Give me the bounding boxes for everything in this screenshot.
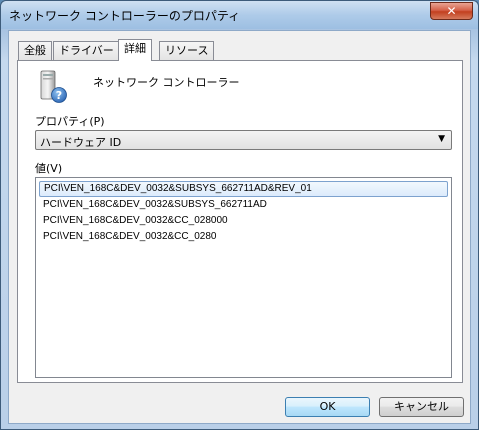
value-listbox[interactable]: PCI\VEN_168C&DEV_0032&SUBSYS_662711AD&RE…	[35, 177, 452, 378]
window-title: ネットワーク コントローラーのプロパティ	[9, 9, 241, 23]
value-list-item[interactable]: PCI\VEN_168C&DEV_0032&SUBSYS_662711AD	[39, 197, 448, 213]
device-name: ネットワーク コントローラー	[93, 76, 240, 89]
property-selected-value: ハードウェア ID	[40, 136, 122, 149]
tab-driver[interactable]: ドライバー	[53, 41, 120, 60]
ok-button[interactable]: OK	[285, 397, 370, 417]
value-label: 値(V)	[35, 162, 63, 175]
tab-resources[interactable]: リソース	[159, 41, 215, 60]
properties-window: ネットワーク コントローラーのプロパティ ✕ 全般 ドライバー 詳細 リソース	[0, 0, 479, 430]
value-list-item[interactable]: PCI\VEN_168C&DEV_0032&CC_028000	[39, 213, 448, 229]
svg-text:?: ?	[56, 89, 62, 102]
property-label: プロパティ(P)	[35, 115, 105, 128]
value-list-item[interactable]: PCI\VEN_168C&DEV_0032&SUBSYS_662711AD&RE…	[39, 181, 448, 197]
tab-details[interactable]: 詳細	[118, 39, 152, 61]
tab-general[interactable]: 全般	[18, 41, 52, 60]
cancel-button[interactable]: キャンセル	[379, 397, 464, 417]
property-dropdown[interactable]: ハードウェア ID ▼	[35, 130, 452, 150]
dialog-client-area: 全般 ドライバー 詳細 リソース ? ネットワーク コントローラー プロパティ(…	[8, 30, 471, 424]
title-bar[interactable]: ネットワーク コントローラーのプロパティ ✕	[1, 1, 478, 29]
value-list-item[interactable]: PCI\VEN_168C&DEV_0032&CC_0280	[39, 229, 448, 245]
details-tab-panel: ? ネットワーク コントローラー プロパティ(P) ハードウェア ID ▼ 値(…	[17, 60, 463, 383]
unknown-device-icon: ?	[40, 70, 67, 103]
dropdown-arrow-icon: ▼	[438, 134, 445, 144]
close-button[interactable]: ✕	[430, 2, 473, 20]
close-icon: ✕	[446, 4, 457, 18]
